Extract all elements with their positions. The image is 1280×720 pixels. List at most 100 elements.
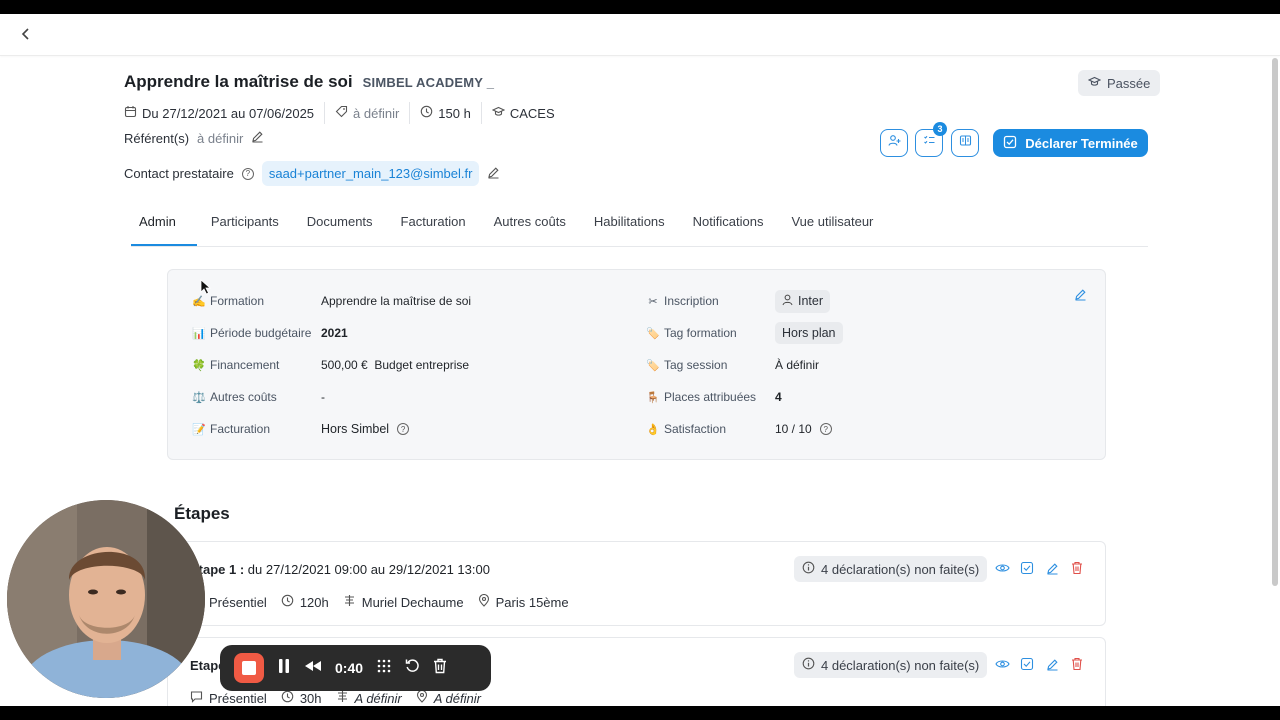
pencil-icon[interactable] [1044, 560, 1060, 576]
tab-facturation[interactable]: Facturation [387, 204, 480, 246]
step-location: A définir [433, 690, 481, 706]
trash-icon[interactable] [1069, 560, 1085, 576]
detail-value: 2021 [321, 326, 348, 340]
grid-icon[interactable] [376, 658, 392, 679]
scrollbar[interactable] [1272, 58, 1278, 586]
steps-title: Étapes [174, 504, 230, 523]
pencil-icon[interactable] [487, 166, 500, 182]
eye-icon[interactable] [994, 656, 1010, 672]
step-hours: 30h [299, 690, 322, 706]
detail-label: Places attribuées [664, 390, 757, 404]
status-label: Passée [1107, 75, 1151, 91]
document-button[interactable] [951, 129, 979, 157]
add-user-icon [887, 134, 901, 152]
contact-label: Contact prestataire [124, 166, 234, 181]
provider-name: SIMBEL ACADEMY _ [362, 75, 495, 90]
rewind-icon[interactable] [304, 659, 322, 677]
eye-icon[interactable] [994, 560, 1010, 576]
step-actions [994, 560, 1085, 576]
document-icon [959, 134, 972, 152]
detail-value: Inter [798, 294, 824, 308]
detail-value: 500,00 € Budget entreprise [321, 358, 470, 372]
page-title: Apprendre la maîtrise de soi [124, 72, 353, 91]
detail-value: Hors plan [775, 322, 843, 344]
tab-notifications[interactable]: Notifications [679, 204, 778, 246]
pencil-icon[interactable] [1074, 288, 1087, 306]
top-bar [0, 14, 1280, 56]
tab-habilitations[interactable]: Habilitations [580, 204, 679, 246]
help-icon: ? [397, 423, 410, 435]
trash-icon[interactable] [1069, 656, 1085, 672]
location-pin-icon [478, 593, 490, 610]
detail-row-inscription: ✂ Inscription Inter [646, 289, 831, 313]
tab-vue-utilisateur[interactable]: Vue utilisateur [777, 204, 887, 246]
referents-label: Référent(s) [124, 130, 190, 146]
title-row: Apprendre la maîtrise de soi SIMBEL ACAD… [124, 72, 494, 92]
clock-icon [281, 690, 294, 706]
trash-icon[interactable] [433, 658, 447, 679]
recording-time: 0:40 [335, 660, 364, 676]
session-price: à définir [353, 105, 400, 121]
restart-icon[interactable] [405, 658, 420, 678]
detail-row-tag-session: 🏷️ Tag session À définir [646, 353, 819, 377]
tab-participants[interactable]: Participants [197, 204, 293, 246]
detail-row-formation: ✍️ Formation Apprendre la maîtrise de soi [192, 289, 471, 313]
tab-admin[interactable]: Admin [131, 204, 197, 246]
step-mode: Présentiel [209, 690, 267, 706]
tab-documents[interactable]: Documents [293, 204, 387, 246]
detail-value: Hors Simbel [321, 422, 390, 436]
label-tag-icon: 🏷️ [646, 359, 660, 372]
calendar-icon [124, 105, 137, 121]
graduation-cap-icon [1087, 76, 1102, 91]
step-trainer: A définir [354, 690, 402, 706]
info-icon [802, 561, 815, 577]
declare-finished-button[interactable]: Déclarer Terminée [993, 129, 1148, 157]
step-location: Paris 15ème [495, 594, 569, 610]
referents-row: Référent(s) à définir [124, 130, 264, 146]
stop-recording-button[interactable] [234, 653, 264, 683]
session-duration: 150 h [438, 105, 471, 121]
add-user-button[interactable] [880, 129, 908, 157]
ok-hand-icon: 👌 [646, 423, 660, 436]
contact-email[interactable]: saad+partner_main_123@simbel.fr [261, 161, 480, 186]
checklist-button[interactable]: 3 [915, 122, 947, 157]
user-icon [782, 294, 793, 309]
detail-row-facturation: 📝 Facturation Hors Simbel ? [192, 417, 410, 441]
back-chevron-icon[interactable] [16, 24, 36, 44]
check-square-icon[interactable] [1019, 656, 1035, 672]
tab-autres-couts[interactable]: Autres coûts [480, 204, 580, 246]
chat-icon [190, 690, 203, 706]
detail-label: Autres coûts [210, 390, 277, 404]
detail-value: Apprendre la maîtrise de soi [321, 294, 472, 308]
session-meta: Du 27/12/2021 au 07/06/2025 à définir 15… [124, 102, 575, 124]
pencil-icon[interactable] [251, 130, 264, 146]
bar-chart-icon: 📊 [192, 327, 206, 340]
clock-icon [420, 105, 433, 121]
detail-label: Tag formation [664, 326, 737, 340]
tab-bar: Admin Participants Documents Facturation… [131, 204, 1148, 247]
info-icon [802, 657, 815, 673]
detail-row-satisfaction: 👌 Satisfaction 10 / 10 ? [646, 417, 832, 441]
detail-label: Tag session [664, 358, 728, 372]
step-meta: Présentiel 120h Muriel Dechaume Paris 15… [190, 593, 569, 610]
help-icon: ? [819, 423, 832, 435]
scissors-icon: ✂ [648, 295, 658, 308]
session-dates: Du 27/12/2021 au 07/06/2025 [142, 105, 315, 121]
declarations-badge: 4 déclaration(s) non faite(s) [794, 652, 988, 678]
detail-label: Période budgétaire [210, 326, 312, 340]
check-square-icon[interactable] [1019, 560, 1035, 576]
scales-icon: ⚖️ [192, 391, 206, 404]
detail-label: Satisfaction [664, 422, 727, 436]
help-icon: ? [241, 167, 254, 180]
status-badge: Passée [1078, 70, 1161, 96]
pause-icon[interactable] [277, 658, 291, 679]
step-card: Etape 1 : du 27/12/2021 09:00 au 29/12/2… [167, 541, 1106, 626]
declarations-badge: 4 déclaration(s) non faite(s) [794, 556, 988, 582]
declarations-text: 4 déclaration(s) non faite(s) [821, 657, 980, 673]
notification-badge: 3 [933, 122, 947, 136]
detail-label: Financement [210, 358, 280, 372]
pencil-icon[interactable] [1044, 656, 1060, 672]
location-pin-icon [416, 689, 428, 706]
chair-icon: 🪑 [646, 391, 660, 404]
detail-row-periode: 📊 Période budgétaire 2021 [192, 321, 348, 345]
